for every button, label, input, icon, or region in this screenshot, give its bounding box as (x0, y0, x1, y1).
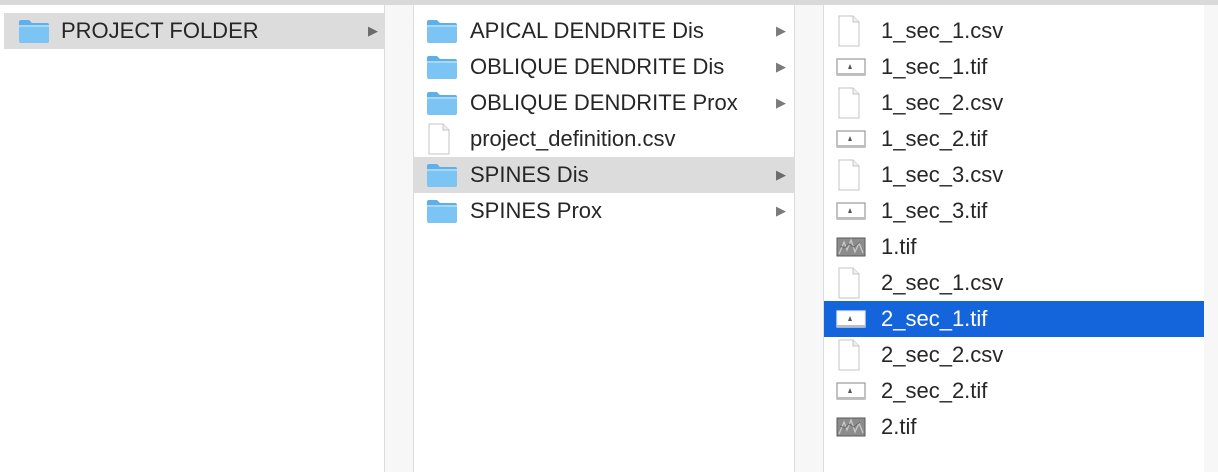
item-name: 1_sec_3.tif (881, 198, 988, 223)
chevron-right-icon: ▶ (776, 23, 786, 38)
folder-row[interactable]: OBLIQUE DENDRITE Dis ▶ (414, 49, 794, 85)
file-row[interactable]: project_definition.csv (414, 121, 794, 157)
file-row[interactable]: 1_sec_1.tif (824, 49, 1204, 85)
document-icon (836, 157, 862, 193)
item-name: PROJECT FOLDER (61, 18, 259, 43)
image-file-icon (836, 229, 866, 265)
item-name: 2_sec_1.tif (881, 306, 988, 331)
image-file-icon (836, 121, 866, 157)
item-name: 2_sec_2.tif (881, 378, 988, 403)
column-spines-dis[interactable]: 1_sec_1.csv 1_sec_1.tif 1_sec_2.csv 1_sec_2… (824, 5, 1204, 472)
item-name: 1_sec_3.csv (881, 162, 1004, 187)
image-file-icon (836, 49, 866, 85)
file-row[interactable]: 2_sec_1.csv (824, 265, 1204, 301)
file-row[interactable]: 1_sec_3.csv (824, 157, 1204, 193)
document-icon (426, 121, 452, 157)
item-name: OBLIQUE DENDRITE Prox (470, 90, 738, 115)
folder-icon (426, 85, 458, 121)
folder-row[interactable]: APICAL DENDRITE Dis ▶ (414, 13, 794, 49)
item-name: APICAL DENDRITE Dis (470, 18, 704, 43)
item-name: 1_sec_2.tif (881, 126, 988, 151)
chevron-right-icon: ▶ (776, 167, 786, 182)
column-gutter (1204, 5, 1218, 472)
item-name: OBLIQUE DENDRITE Dis (470, 54, 725, 79)
item-name: 1.tif (881, 234, 917, 259)
item-name: 2.tif (881, 414, 917, 439)
file-row[interactable]: 1_sec_2.tif (824, 121, 1204, 157)
folder-row[interactable]: OBLIQUE DENDRITE Prox ▶ (414, 85, 794, 121)
folder-icon (426, 193, 458, 229)
folder-icon (426, 13, 458, 49)
file-row[interactable]: 2.tif (824, 409, 1204, 445)
image-file-icon (836, 301, 866, 337)
chevron-right-icon: ▶ (368, 23, 378, 38)
item-name: 2_sec_2.csv (881, 342, 1004, 367)
item-name: 1_sec_1.tif (881, 54, 988, 79)
item-name: SPINES Dis (470, 162, 589, 187)
column-gutter (795, 5, 823, 472)
folder-row[interactable]: SPINES Prox ▶ (414, 193, 794, 229)
file-row[interactable]: 2_sec_2.tif (824, 373, 1204, 409)
folder-row[interactable]: PROJECT FOLDER ▶ (4, 13, 384, 49)
file-row[interactable]: 2_sec_2.csv (824, 337, 1204, 373)
document-icon (836, 13, 862, 49)
chevron-right-icon: ▶ (776, 203, 786, 218)
column-gutter (385, 5, 413, 472)
folder-icon (426, 49, 458, 85)
item-name: 2_sec_1.csv (881, 270, 1004, 295)
folder-icon (18, 13, 50, 49)
column-root[interactable]: PROJECT FOLDER ▶ (0, 5, 384, 472)
document-icon (836, 85, 862, 121)
item-name: project_definition.csv (470, 126, 676, 151)
image-file-icon (836, 409, 866, 445)
item-name: 1_sec_1.csv (881, 18, 1004, 43)
item-name: SPINES Prox (470, 198, 603, 223)
image-file-icon (836, 373, 866, 409)
file-row[interactable]: 1_sec_1.csv (824, 13, 1204, 49)
file-row[interactable]: 1_sec_3.tif (824, 193, 1204, 229)
document-icon (836, 265, 862, 301)
column-project-folder[interactable]: APICAL DENDRITE Dis ▶ OBLIQUE DENDRITE Dis… (414, 5, 794, 472)
folder-icon (426, 157, 458, 193)
image-file-icon (836, 193, 866, 229)
file-row[interactable]: 1.tif (824, 229, 1204, 265)
chevron-right-icon: ▶ (776, 59, 786, 74)
file-row[interactable]: 2_sec_1.tif (824, 301, 1204, 337)
document-icon (836, 337, 862, 373)
folder-row[interactable]: SPINES Dis ▶ (414, 157, 794, 193)
file-row[interactable]: 1_sec_2.csv (824, 85, 1204, 121)
item-name: 1_sec_2.csv (881, 90, 1004, 115)
chevron-right-icon: ▶ (776, 95, 786, 110)
